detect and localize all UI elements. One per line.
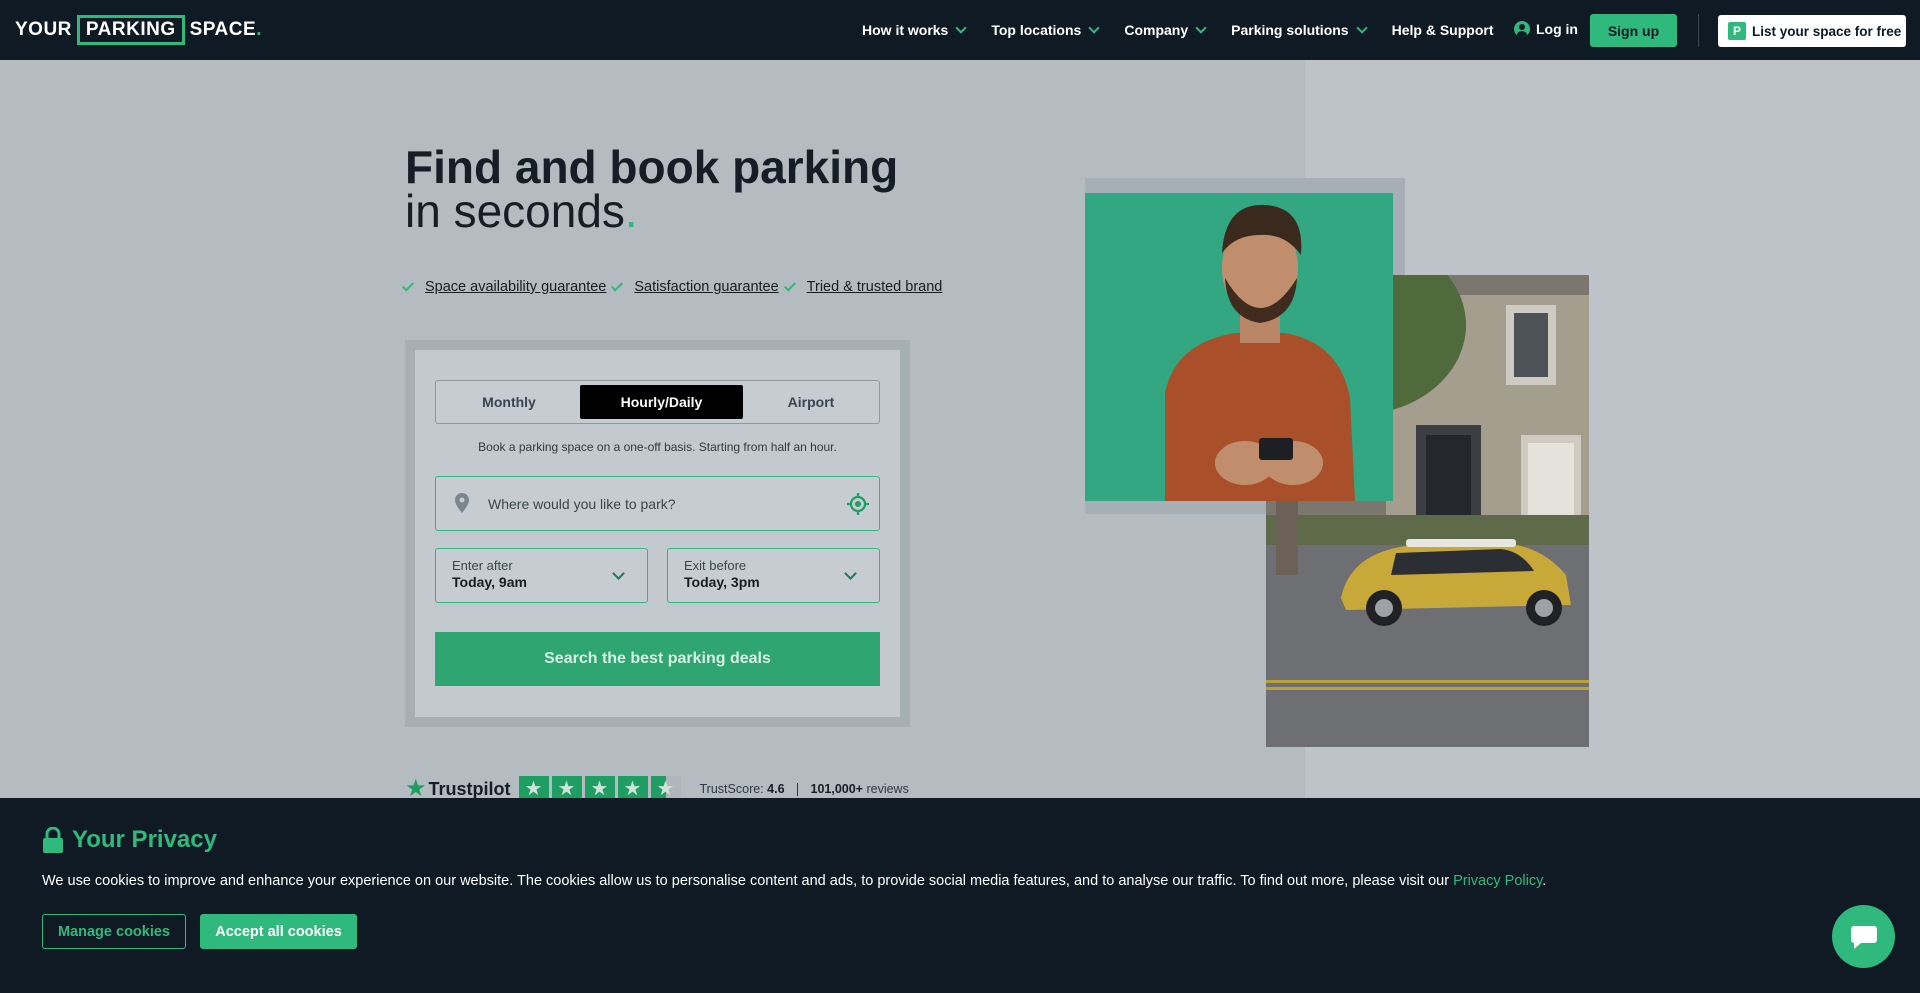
trustpilot-widget[interactable]: ★ Trustpilot ★ ★ ★ ★ ★ TrustScore: 4.6 101,0…	[405, 776, 909, 802]
hero-title-dot: .	[624, 185, 638, 237]
trustscore: TrustScore: 4.6 101,000+ reviews	[699, 781, 909, 797]
logo-part-parking: PARKING	[76, 15, 185, 45]
main-nav: How it works Top locations Company Parki…	[862, 0, 1519, 60]
site-header: YOUR PARKING SPACE. How it works Top loc…	[0, 0, 1920, 60]
chat-bubble-icon	[1850, 925, 1877, 949]
site-logo[interactable]: YOUR PARKING SPACE.	[15, 15, 262, 45]
list-space-button[interactable]: P List your space for free	[1718, 15, 1906, 47]
chevron-down-icon	[1195, 21, 1207, 34]
guarantee-space-availability[interactable]: Space availability guarantee	[401, 278, 607, 295]
location-field[interactable]	[435, 476, 880, 531]
search-card: Monthly Hourly/Daily Airport Book a park…	[415, 350, 900, 717]
reviews-label: reviews	[866, 781, 909, 796]
chevron-down-icon	[955, 21, 968, 34]
cookie-description-text: We use cookies to improve and enhance yo…	[42, 873, 1454, 889]
trustscore-label: TrustScore:	[699, 781, 764, 796]
privacy-title-text: Your Privacy	[72, 826, 217, 853]
header-divider	[1698, 14, 1699, 47]
booking-type-tabs: Monthly Hourly/Daily Airport	[435, 380, 880, 424]
user-icon	[1514, 21, 1530, 37]
check-icon	[783, 278, 796, 292]
nav-label: Top locations	[991, 22, 1082, 38]
search-parking-button[interactable]: Search the best parking deals	[435, 632, 880, 686]
location-input[interactable]	[488, 491, 818, 517]
nav-label: How it works	[862, 22, 949, 38]
nav-help-support[interactable]: Help & Support	[1392, 22, 1494, 38]
check-icon	[611, 278, 624, 292]
enter-after-label: Enter after	[452, 558, 513, 573]
accept-cookies-button[interactable]: Accept all cookies	[200, 914, 357, 949]
nav-parking-solutions[interactable]: Parking solutions	[1231, 21, 1368, 38]
hero-title-text: in seconds	[405, 185, 625, 237]
score-divider	[797, 783, 799, 797]
tab-hourly-daily[interactable]: Hourly/Daily	[580, 385, 743, 419]
current-location-icon[interactable]	[847, 493, 869, 515]
guarantee-label: Space availability guarantee	[425, 279, 607, 295]
logo-dot: .	[256, 19, 262, 40]
review-count: 101,000+	[810, 781, 863, 796]
hero-title-line2: in seconds.	[405, 184, 638, 238]
tab-monthly[interactable]: Monthly	[440, 385, 578, 419]
cookie-description: We use cookies to improve and enhance yo…	[42, 873, 1546, 889]
cookie-banner: Your Privacy We use cookies to improve a…	[0, 798, 1920, 993]
guarantee-label: Tried & trusted brand	[806, 279, 943, 295]
tab-airport[interactable]: Airport	[745, 385, 877, 419]
guarantee-label: Satisfaction guarantee	[634, 279, 779, 295]
man-phone-illustration	[1085, 193, 1393, 501]
list-space-label: List your space for free	[1752, 23, 1902, 39]
logo-part-your: YOUR	[15, 19, 72, 40]
nav-label: Company	[1124, 22, 1189, 38]
trustscore-value: 4.6	[767, 781, 785, 796]
cookie-description-end: .	[1542, 873, 1547, 889]
map-pin-icon	[455, 493, 469, 513]
privacy-policy-link[interactable]: Privacy Policy	[1453, 873, 1542, 889]
trustpilot-brand: Trustpilot	[428, 778, 511, 799]
login-label: Log in	[1536, 21, 1578, 37]
exit-before-value: Today, 3pm	[684, 574, 760, 590]
check-icon	[401, 278, 415, 292]
chat-button[interactable]	[1832, 905, 1895, 968]
guarantee-satisfaction[interactable]: Satisfaction guarantee	[611, 278, 779, 295]
booking-description: Book a parking space on a one-off basis.…	[478, 440, 837, 454]
signup-button[interactable]: Sign up	[1590, 14, 1677, 47]
enter-after-select[interactable]: Enter after Today, 9am	[435, 548, 648, 603]
guarantee-list: Space availability guarantee Satisfactio…	[401, 278, 950, 295]
lock-icon	[43, 827, 63, 853]
parking-p-icon: P	[1728, 22, 1746, 40]
nav-label: Parking solutions	[1231, 22, 1349, 38]
exit-before-select[interactable]: Exit before Today, 3pm	[667, 548, 880, 603]
login-link[interactable]: Log in	[1514, 21, 1578, 37]
nav-company[interactable]: Company	[1124, 21, 1207, 38]
nav-top-locations[interactable]: Top locations	[991, 21, 1100, 38]
logo-part-space: SPACE	[189, 19, 257, 40]
man-phone-photo	[1085, 193, 1393, 501]
enter-after-value: Today, 9am	[452, 574, 527, 590]
chevron-down-icon	[1355, 21, 1368, 34]
privacy-title: Your Privacy	[42, 826, 217, 854]
guarantee-trusted-brand[interactable]: Tried & trusted brand	[783, 278, 943, 295]
manage-cookies-button[interactable]: Manage cookies	[42, 914, 186, 949]
exit-before-label: Exit before	[684, 558, 747, 573]
nav-how-it-works[interactable]: How it works	[862, 21, 968, 38]
chevron-down-icon	[1088, 21, 1100, 34]
